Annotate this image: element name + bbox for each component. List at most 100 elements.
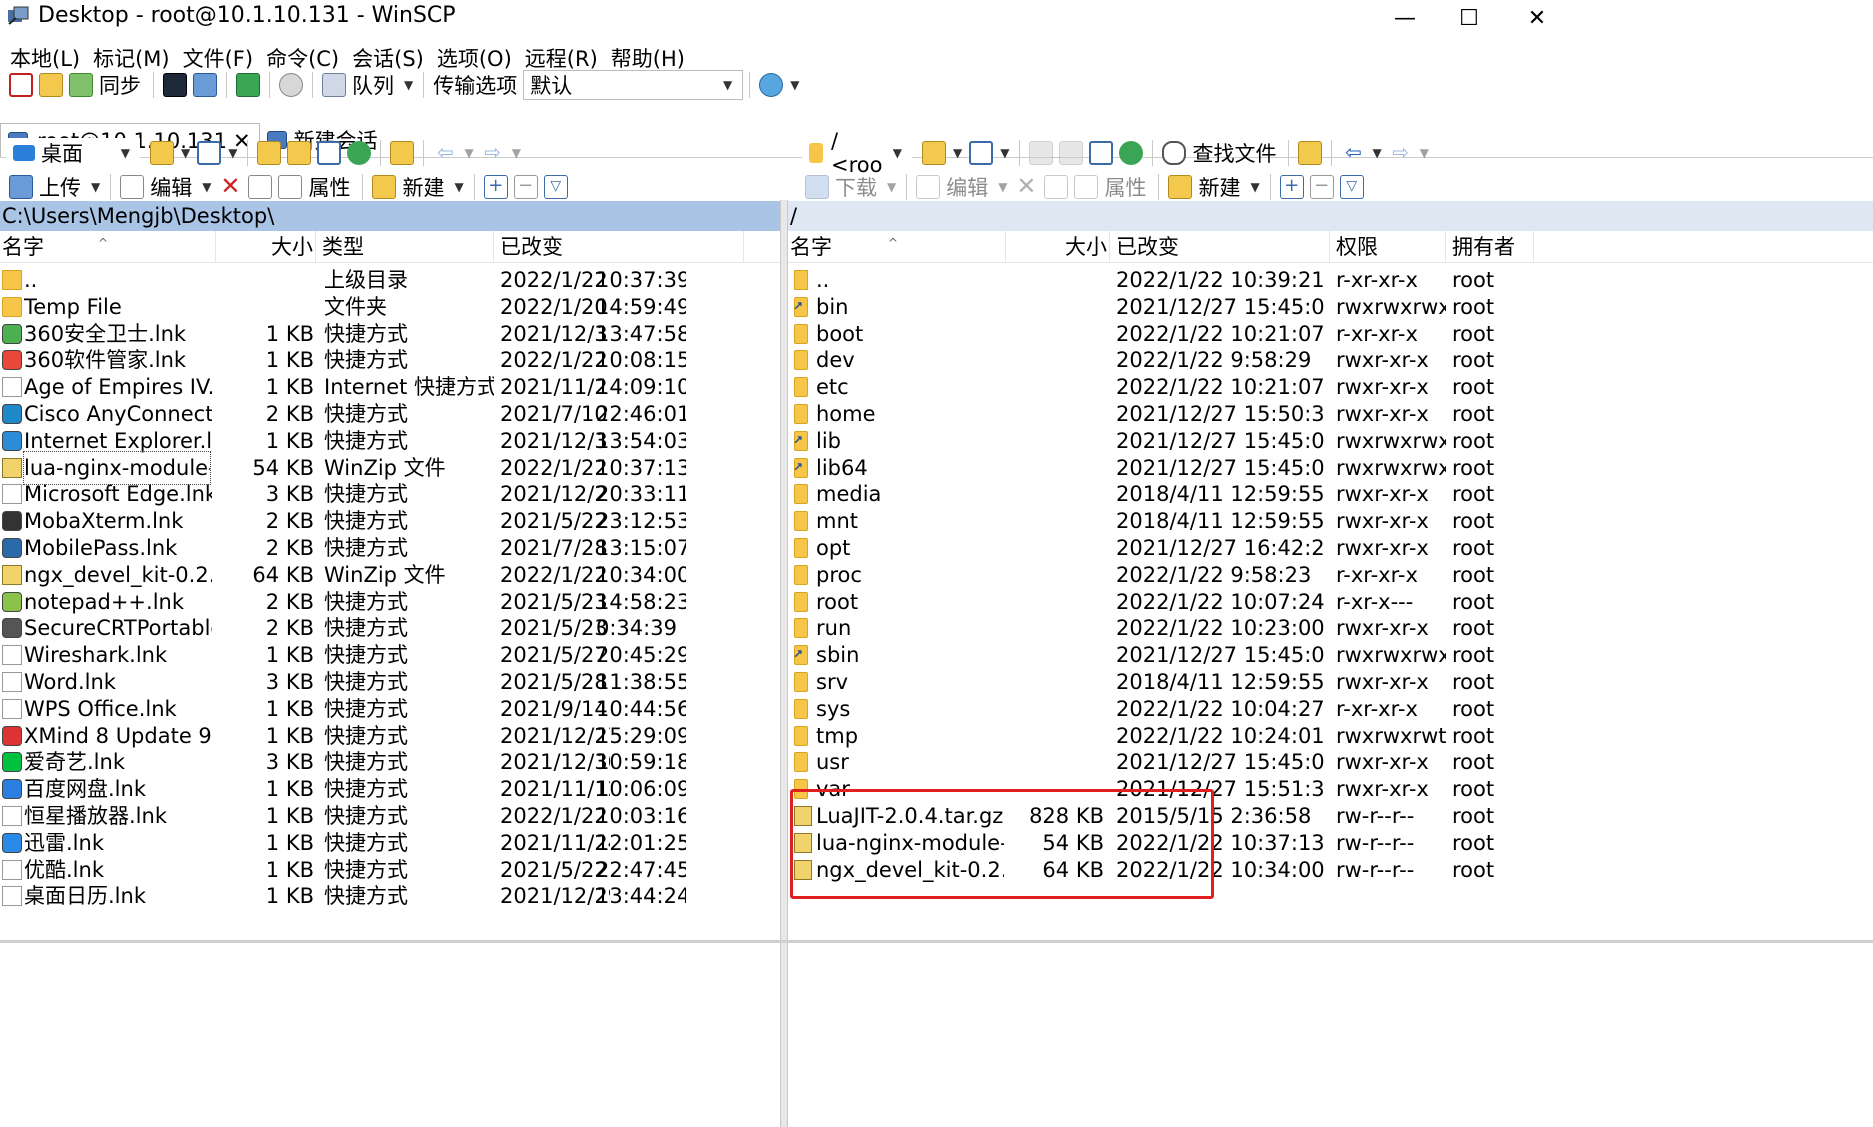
filter-dropdown-icon[interactable]: ▼: [228, 146, 237, 160]
local-drive-select[interactable]: 桌面 ▼: [6, 138, 140, 168]
folder-icon: [794, 672, 808, 692]
tree-icon[interactable]: [390, 141, 415, 165]
properties-icon[interactable]: [1074, 175, 1099, 199]
back-arrow-icon[interactable]: ⇦: [433, 141, 457, 165]
root-directory-icon[interactable]: [1059, 141, 1084, 165]
back-arrow-icon[interactable]: ⇦: [1341, 141, 1365, 165]
sync-button[interactable]: 同步: [99, 70, 141, 100]
remote-path-bar[interactable]: /: [788, 201, 1873, 231]
download-icon[interactable]: [805, 175, 829, 199]
properties-button[interactable]: 属性: [1104, 172, 1146, 202]
rename-icon[interactable]: [1044, 175, 1069, 199]
upload-icon[interactable]: [9, 175, 33, 199]
forward-dropdown-icon[interactable]: ▼: [512, 146, 521, 160]
local-column-type[interactable]: 类型: [316, 231, 494, 263]
root-directory-icon[interactable]: [287, 141, 312, 165]
filter-icon[interactable]: [197, 141, 222, 165]
remote-column-name[interactable]: 名字 ^: [788, 231, 1006, 263]
back-dropdown-icon[interactable]: ▼: [464, 146, 473, 160]
edit-icon[interactable]: [916, 175, 941, 199]
find-files-button[interactable]: 查找文件: [1192, 138, 1276, 168]
tree-icon[interactable]: [1298, 141, 1323, 165]
unselect-icon[interactable]: −: [513, 175, 538, 199]
compare-directories-icon[interactable]: [9, 73, 33, 97]
edit-dropdown-icon[interactable]: ▼: [202, 180, 211, 194]
edit-dropdown-icon[interactable]: ▼: [998, 180, 1007, 194]
open-folder-dropdown-icon[interactable]: ▼: [953, 146, 962, 160]
refresh-session-icon[interactable]: [236, 73, 260, 97]
select-all-icon[interactable]: +: [483, 175, 508, 199]
refresh-icon[interactable]: [347, 141, 372, 165]
download-dropdown-icon[interactable]: ▼: [887, 180, 896, 194]
parent-directory-icon[interactable]: [1029, 141, 1054, 165]
globe-dropdown-icon[interactable]: ▼: [790, 78, 799, 92]
putty-icon[interactable]: [193, 73, 217, 97]
remote-column-rights[interactable]: 权限: [1330, 231, 1446, 263]
ie-icon: [2, 430, 22, 451]
remote-path-select[interactable]: / <roo ▼: [802, 129, 912, 177]
back-dropdown-icon[interactable]: ▼: [1372, 146, 1381, 160]
transfer-settings-select[interactable]: 默认 ▼: [523, 70, 744, 100]
remote-column-changed[interactable]: 已改变: [1110, 231, 1330, 263]
edit-button[interactable]: 编辑: [150, 172, 192, 202]
delete-icon[interactable]: ✕: [218, 174, 242, 199]
filter-icon[interactable]: [969, 141, 994, 165]
terminal-icon[interactable]: [163, 73, 187, 97]
new-folder-icon[interactable]: [1168, 175, 1193, 199]
chevron-down-icon: ▼: [120, 146, 130, 160]
delete-icon[interactable]: ✕: [1014, 174, 1038, 199]
rename-icon[interactable]: [248, 175, 273, 199]
select-all-icon[interactable]: +: [1279, 175, 1304, 199]
queue-button[interactable]: 队列: [352, 70, 394, 100]
local-file-row[interactable]: 桌面日历.lnk 1 KB 快捷方式 2021/12/29 13:44:24: [0, 880, 760, 912]
panel-splitter[interactable]: [780, 200, 788, 1127]
maximize-button[interactable]: ☐: [1437, 0, 1501, 36]
filter-dropdown-icon[interactable]: ▼: [1000, 146, 1009, 160]
moba-icon: [2, 511, 22, 532]
close-window-button[interactable]: ✕: [1505, 0, 1569, 36]
globe-icon[interactable]: [759, 73, 784, 97]
local-column-size[interactable]: 大小: [216, 231, 316, 263]
preferences-gear-icon[interactable]: [279, 73, 303, 97]
queue-dropdown-icon[interactable]: ▼: [404, 78, 413, 92]
home-icon[interactable]: [1089, 141, 1114, 165]
parent-directory-icon[interactable]: [257, 141, 282, 165]
select-filter-icon[interactable]: ▽: [1339, 175, 1364, 199]
queue-icon[interactable]: [322, 73, 346, 97]
sync-icon[interactable]: [69, 73, 93, 97]
new-dropdown-icon[interactable]: ▼: [1250, 180, 1259, 194]
local-column-changed[interactable]: 已改变: [494, 231, 744, 263]
baidu-icon: [2, 779, 22, 800]
new-button[interactable]: 新建: [1198, 172, 1240, 202]
unselect-icon[interactable]: −: [1309, 175, 1334, 199]
local-column-name[interactable]: 名字 ^: [0, 231, 216, 263]
xunlei-icon: [2, 832, 22, 853]
edit-icon[interactable]: [120, 175, 145, 199]
open-folder-dropdown-icon[interactable]: ▼: [181, 146, 190, 160]
refresh-icon[interactable]: [1119, 141, 1144, 165]
minimize-button[interactable]: —: [1373, 0, 1437, 36]
properties-icon[interactable]: [278, 175, 303, 199]
local-path-bar[interactable]: C:\Users\Mengjb\Desktop\: [0, 201, 780, 231]
remote-column-size[interactable]: 大小: [1006, 231, 1110, 263]
find-files-icon[interactable]: [1162, 141, 1187, 165]
new-dropdown-icon[interactable]: ▼: [454, 180, 463, 194]
home-icon[interactable]: [317, 141, 342, 165]
forward-dropdown-icon[interactable]: ▼: [1420, 146, 1429, 160]
open-folder-icon[interactable]: [150, 141, 174, 165]
toolbar-separator: [1331, 140, 1333, 166]
select-filter-icon[interactable]: ▽: [543, 175, 568, 199]
forward-arrow-icon[interactable]: ⇨: [481, 141, 505, 165]
upload-button[interactable]: 上传: [39, 172, 81, 202]
properties-button[interactable]: 属性: [308, 172, 350, 202]
remote-column-owner[interactable]: 拥有者: [1446, 231, 1534, 263]
new-folder-icon[interactable]: [372, 175, 397, 199]
upload-dropdown-icon[interactable]: ▼: [91, 180, 100, 194]
edit-button[interactable]: 编辑: [946, 172, 988, 202]
download-button[interactable]: 下载: [835, 172, 877, 202]
open-folder-icon[interactable]: [922, 141, 946, 165]
new-button[interactable]: 新建: [402, 172, 444, 202]
forward-arrow-icon[interactable]: ⇨: [1389, 141, 1413, 165]
toolbar-separator: [749, 72, 751, 98]
synchronize-browsing-icon[interactable]: [39, 73, 63, 97]
